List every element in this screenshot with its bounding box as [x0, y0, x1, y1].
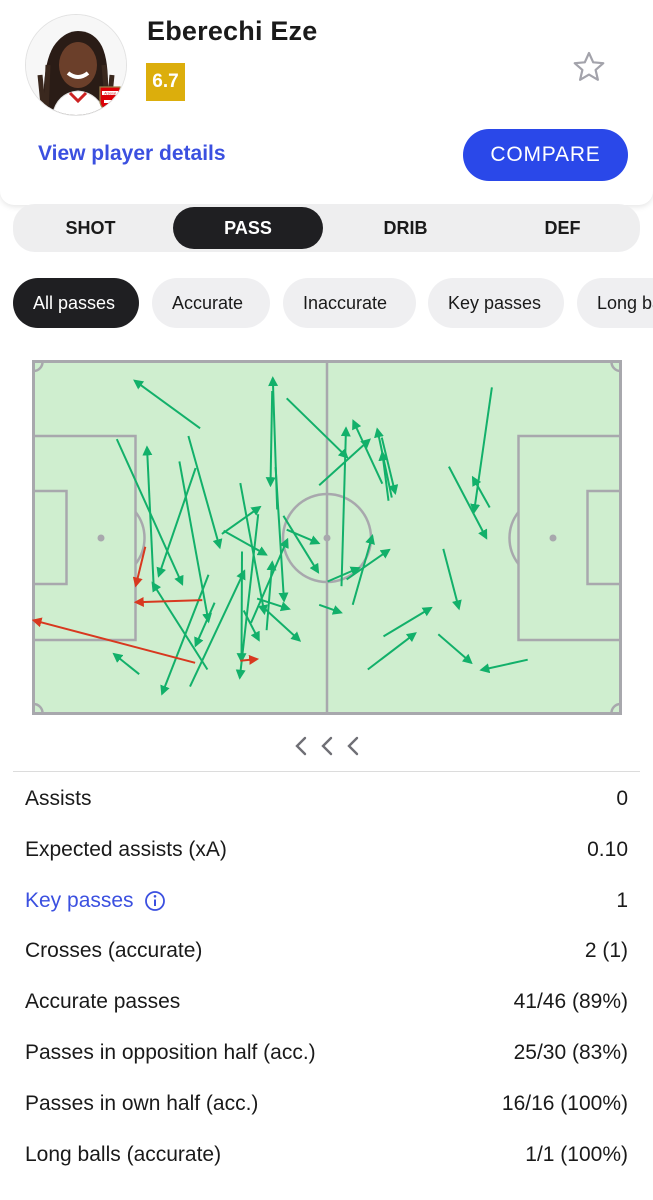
stat-type-tabs: SHOT PASS DRIB DEF: [13, 204, 640, 252]
tab-pass[interactable]: PASS: [173, 207, 323, 249]
view-player-details-link[interactable]: View player details: [38, 142, 226, 166]
chevron-left-icon: [321, 736, 333, 756]
stat-label: Accurate passes: [25, 990, 181, 1013]
player-header: Arsenal Eberechi Eze 6.7 View player det…: [0, 0, 653, 205]
stat-row-crosses: Crosses (accurate) 2 (1): [25, 936, 628, 966]
chip-key-passes[interactable]: Key passes: [428, 278, 564, 328]
key-passes-link[interactable]: Key passes: [25, 889, 166, 913]
stat-row-key-passes: Key passes 1: [25, 886, 628, 916]
pass-filter-chips: All passes Accurate Inaccurate Key passe…: [0, 278, 653, 328]
pass-map: [31, 360, 622, 715]
pager-chevrons[interactable]: [292, 733, 362, 759]
stat-row-passes-own-half: Passes in own half (acc.) 16/16 (100%): [25, 1089, 628, 1119]
stat-label[interactable]: Key passes: [25, 889, 134, 913]
chip-all-passes[interactable]: All passes: [13, 278, 139, 328]
stat-value: 2 (1): [584, 939, 628, 962]
stat-value: 25/30 (83%): [513, 1041, 628, 1064]
stat-row-accurate-passes: Accurate passes 41/46 (89%): [25, 987, 628, 1017]
tab-shot[interactable]: SHOT: [23, 207, 158, 249]
arsenal-badge-icon: Arsenal: [99, 86, 121, 113]
stat-value: 1: [616, 889, 628, 912]
stat-value: 1/1 (100%): [525, 1143, 628, 1166]
stat-label: Crosses (accurate): [25, 939, 203, 962]
chip-accurate[interactable]: Accurate: [152, 278, 270, 328]
stat-value: 0.10: [587, 838, 628, 861]
stat-row-passes-opposition-half: Passes in opposition half (acc.) 25/30 (…: [25, 1038, 628, 1068]
stat-value: 41/46 (89%): [513, 990, 628, 1013]
info-circle-icon[interactable]: [144, 890, 166, 912]
stat-label: Passes in own half (acc.): [25, 1092, 259, 1115]
pitch-svg: [31, 360, 622, 715]
stat-label: Long balls (accurate): [25, 1143, 222, 1166]
stat-label: Expected assists (xA): [25, 838, 227, 861]
stat-row-long-balls: Long balls (accurate) 1/1 (100%): [25, 1140, 628, 1170]
badge-text: Arsenal: [104, 91, 116, 95]
tab-drib[interactable]: DRIB: [338, 207, 473, 249]
tab-def[interactable]: DEF: [495, 207, 630, 249]
stat-label: Passes in opposition half (acc.): [25, 1041, 316, 1064]
compare-button[interactable]: COMPARE: [463, 129, 628, 181]
chip-long-balls[interactable]: Long balls: [577, 278, 653, 328]
accurate-pass-arrow: [236, 551, 247, 664]
player-rating-badge: 6.7: [146, 63, 185, 101]
stats-divider: [13, 771, 640, 772]
stat-value: 16/16 (100%): [501, 1092, 628, 1115]
chevron-left-icon: [347, 736, 359, 756]
player-name: Eberechi Eze: [147, 16, 318, 46]
chevron-left-icon: [295, 736, 307, 756]
stat-row-assists: Assists 0: [25, 784, 628, 814]
stat-row-expected-assists: Expected assists (xA) 0.10: [25, 835, 628, 865]
stat-label: Assists: [25, 787, 92, 810]
star-outline-icon[interactable]: [572, 50, 606, 84]
chip-inaccurate[interactable]: Inaccurate: [283, 278, 416, 328]
stat-value: 0: [616, 787, 628, 810]
player-avatar: Arsenal: [25, 14, 127, 116]
